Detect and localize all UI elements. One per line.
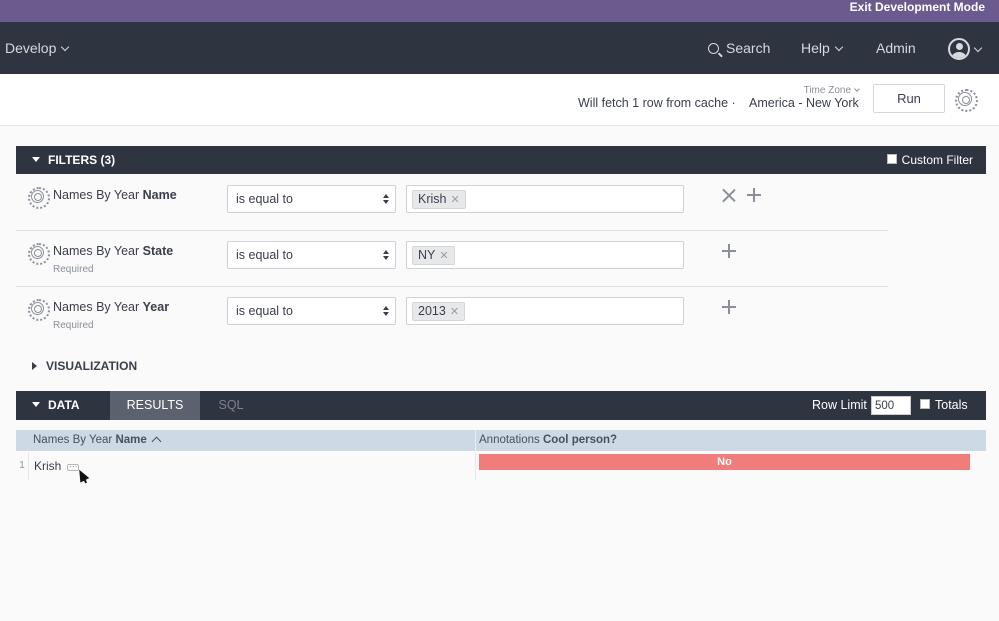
custom-filter-checkbox[interactable] [886,153,897,164]
run-button[interactable]: Run [873,84,945,113]
caret-down-icon [32,157,40,163]
caret-down-icon [32,402,40,408]
filter-view-name: Names By Year [53,244,140,258]
remove-token-icon[interactable]: ✕ [450,194,459,206]
custom-filter-label: Custom Filter [901,153,973,167]
chevron-down-icon [854,86,860,92]
filter-row-name: Names By Year Name is equal to Krish ✕ [16,183,888,231]
filter-operator-select[interactable]: is equal to [227,185,396,213]
required-label: Required [53,320,94,331]
filter-operator-select[interactable]: is equal to [227,241,396,269]
row-number: 1 [16,452,29,480]
user-menu[interactable] [948,38,983,62]
filter-value-token: 2013 ✕ [412,302,466,321]
filter-field-name: Names By Year State [53,244,173,258]
filter-options-gear-icon[interactable] [28,299,50,321]
filter-operator-value: is equal to [236,304,293,318]
help-menu[interactable]: Help [801,22,844,74]
column-divider [475,452,476,480]
filters-toggle[interactable]: FILTERS (3) [32,146,115,174]
row-limit-input[interactable] [871,396,911,415]
filter-options-gear-icon[interactable] [28,243,50,265]
totals-checkbox[interactable] [920,398,930,409]
timezone-value[interactable]: America - New York [749,96,859,110]
filter-view-name: Names By Year [53,188,140,202]
search-label: Search [726,40,771,56]
token-label: Krish [418,192,447,206]
column-field-label: Name [115,434,147,446]
sort-ascending-icon [151,436,162,447]
column-header-cool-person[interactable]: Annotations Cool person? [479,430,617,451]
search-button[interactable]: Search [708,22,770,74]
explore-toolbar: Time Zone Will fetch 1 row from cache · … [0,74,999,126]
cache-status-text: Will fetch 1 row from cache · [578,96,736,110]
filter-view-name: Names By Year [53,300,140,314]
table-row: 1 Krish ··· No [16,452,986,480]
filter-field-name: Names By Year Name [53,188,177,202]
visualization-title: VISUALIZATION [46,359,138,373]
add-filter-icon[interactable] [747,188,761,202]
tab-sql[interactable]: SQL [200,391,262,420]
user-avatar-icon [948,38,970,60]
exit-development-mode-link[interactable]: Exit Development Mode [850,0,985,14]
chevron-down-icon [973,43,983,52]
filter-row-year: Names By Year Year Required is equal to … [16,295,888,343]
data-title: DATA [48,398,80,412]
filter-value-token: NY ✕ [412,246,455,265]
column-view-label: Annotations [479,434,540,446]
filter-value-input[interactable]: NY ✕ [406,241,684,269]
remove-token-icon[interactable]: ✕ [450,306,459,318]
timezone-dropdown[interactable]: Time Zone [803,85,860,96]
add-filter-icon[interactable] [722,244,736,258]
visualization-toggle[interactable]: VISUALIZATION [32,359,137,373]
top-navigation: Develop Search Help Admin [0,22,999,74]
filter-field-label: Year [142,300,170,314]
timezone-label: Time Zone [803,85,851,96]
data-toggle[interactable]: DATA [32,391,80,420]
chevron-down-icon [834,42,844,52]
column-header-name[interactable]: Names By Year Name [33,430,162,451]
caret-right-icon [32,361,37,370]
admin-link[interactable]: Admin [876,22,916,74]
add-filter-icon[interactable] [722,300,736,314]
column-divider [475,430,476,451]
row-limit-label: Row Limit [812,398,867,412]
totals-toggle[interactable]: Totals [920,391,968,420]
filters-section-header: FILTERS (3) Custom Filter [16,146,986,174]
filter-operator-value: is equal to [236,248,293,262]
custom-filter-toggle[interactable]: Custom Filter [886,146,973,174]
chevron-down-icon [61,42,70,52]
filter-row-state: Names By Year State Required is equal to… [16,239,888,287]
dev-mode-bar: Exit Development Mode [0,0,999,22]
data-section-header: DATA RESULTS SQL Row Limit Totals [16,391,986,420]
results-header-row: Names By Year Name Annotations Cool pers… [16,430,986,451]
required-label: Required [53,264,94,275]
cell-cool-person: No [479,454,970,470]
filter-field-name: Names By Year Year [53,300,169,314]
help-menu-label: Help [801,40,830,56]
filter-operator-value: is equal to [236,192,293,206]
remove-filter-icon[interactable] [722,188,736,202]
totals-label: Totals [935,398,968,412]
filter-value-input[interactable]: Krish ✕ [406,185,684,213]
filter-value-input[interactable]: 2013 ✕ [406,297,684,325]
token-label: NY [418,248,436,262]
column-view-label: Names By Year [33,434,113,446]
filter-field-label: Name [142,188,177,202]
remove-token-icon[interactable]: ✕ [439,250,448,262]
search-icon [708,43,719,54]
filter-field-label: State [142,244,174,258]
token-label: 2013 [418,304,446,318]
cell-name[interactable]: Krish ··· [34,452,80,480]
settings-gear-icon[interactable] [955,89,978,112]
develop-menu[interactable]: Develop [5,22,70,74]
develop-menu-label: Develop [5,40,57,56]
cell-name-value: Krish [34,459,62,473]
filter-options-gear-icon[interactable] [28,187,50,209]
column-field-label: Cool person? [542,434,618,446]
tab-results[interactable]: RESULTS [110,391,200,420]
filter-operator-select[interactable]: is equal to [227,297,396,325]
filters-title: FILTERS (3) [48,153,116,167]
filter-value-token: Krish ✕ [412,190,466,209]
